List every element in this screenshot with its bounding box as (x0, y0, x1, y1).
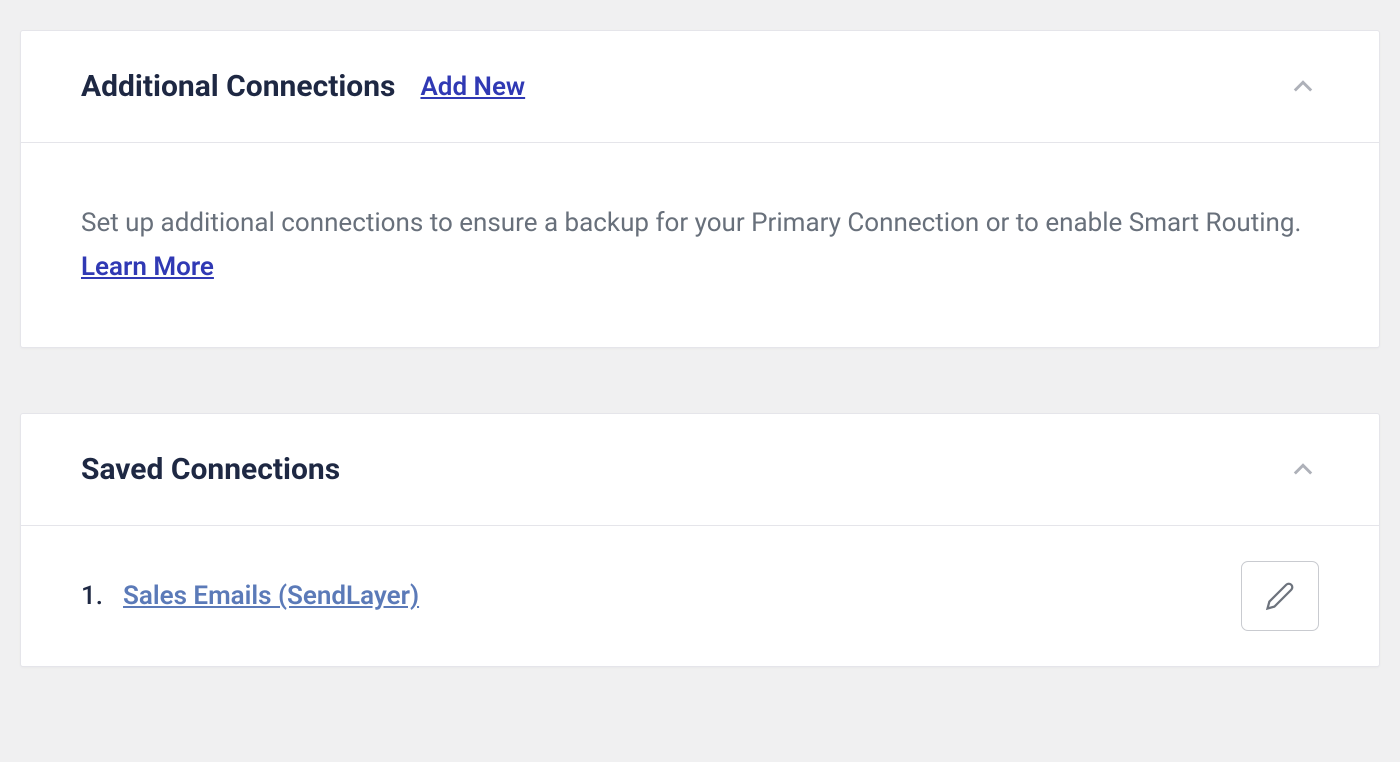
connection-number: 1. (81, 581, 103, 611)
additional-connections-title: Additional Connections (81, 69, 395, 104)
saved-connections-panel: Saved Connections 1. Sales Emails (SendL… (20, 413, 1380, 667)
description-text: Set up additional connections to ensure … (81, 208, 1301, 238)
collapse-toggle[interactable] (1287, 71, 1319, 103)
panel-body: Set up additional connections to ensure … (21, 143, 1379, 347)
chevron-up-icon (1289, 73, 1317, 101)
saved-connections-title: Saved Connections (81, 452, 340, 487)
chevron-up-icon (1289, 456, 1317, 484)
collapse-toggle[interactable] (1287, 454, 1319, 486)
additional-connections-panel: Additional Connections Add New Set up ad… (20, 30, 1380, 348)
learn-more-link[interactable]: Learn More (81, 252, 214, 282)
panel-header: Additional Connections Add New (21, 31, 1379, 143)
connection-left: 1. Sales Emails (SendLayer) (81, 581, 419, 611)
panel-header-left: Additional Connections Add New (81, 69, 525, 104)
pencil-icon (1265, 581, 1295, 611)
additional-connections-description: Set up additional connections to ensure … (81, 201, 1319, 289)
connection-row: 1. Sales Emails (SendLayer) (21, 526, 1379, 666)
panel-header-left: Saved Connections (81, 452, 340, 487)
add-new-link[interactable]: Add New (420, 72, 525, 102)
edit-connection-button[interactable] (1241, 561, 1319, 631)
connection-link[interactable]: Sales Emails (SendLayer) (123, 581, 419, 611)
panel-header: Saved Connections (21, 414, 1379, 526)
